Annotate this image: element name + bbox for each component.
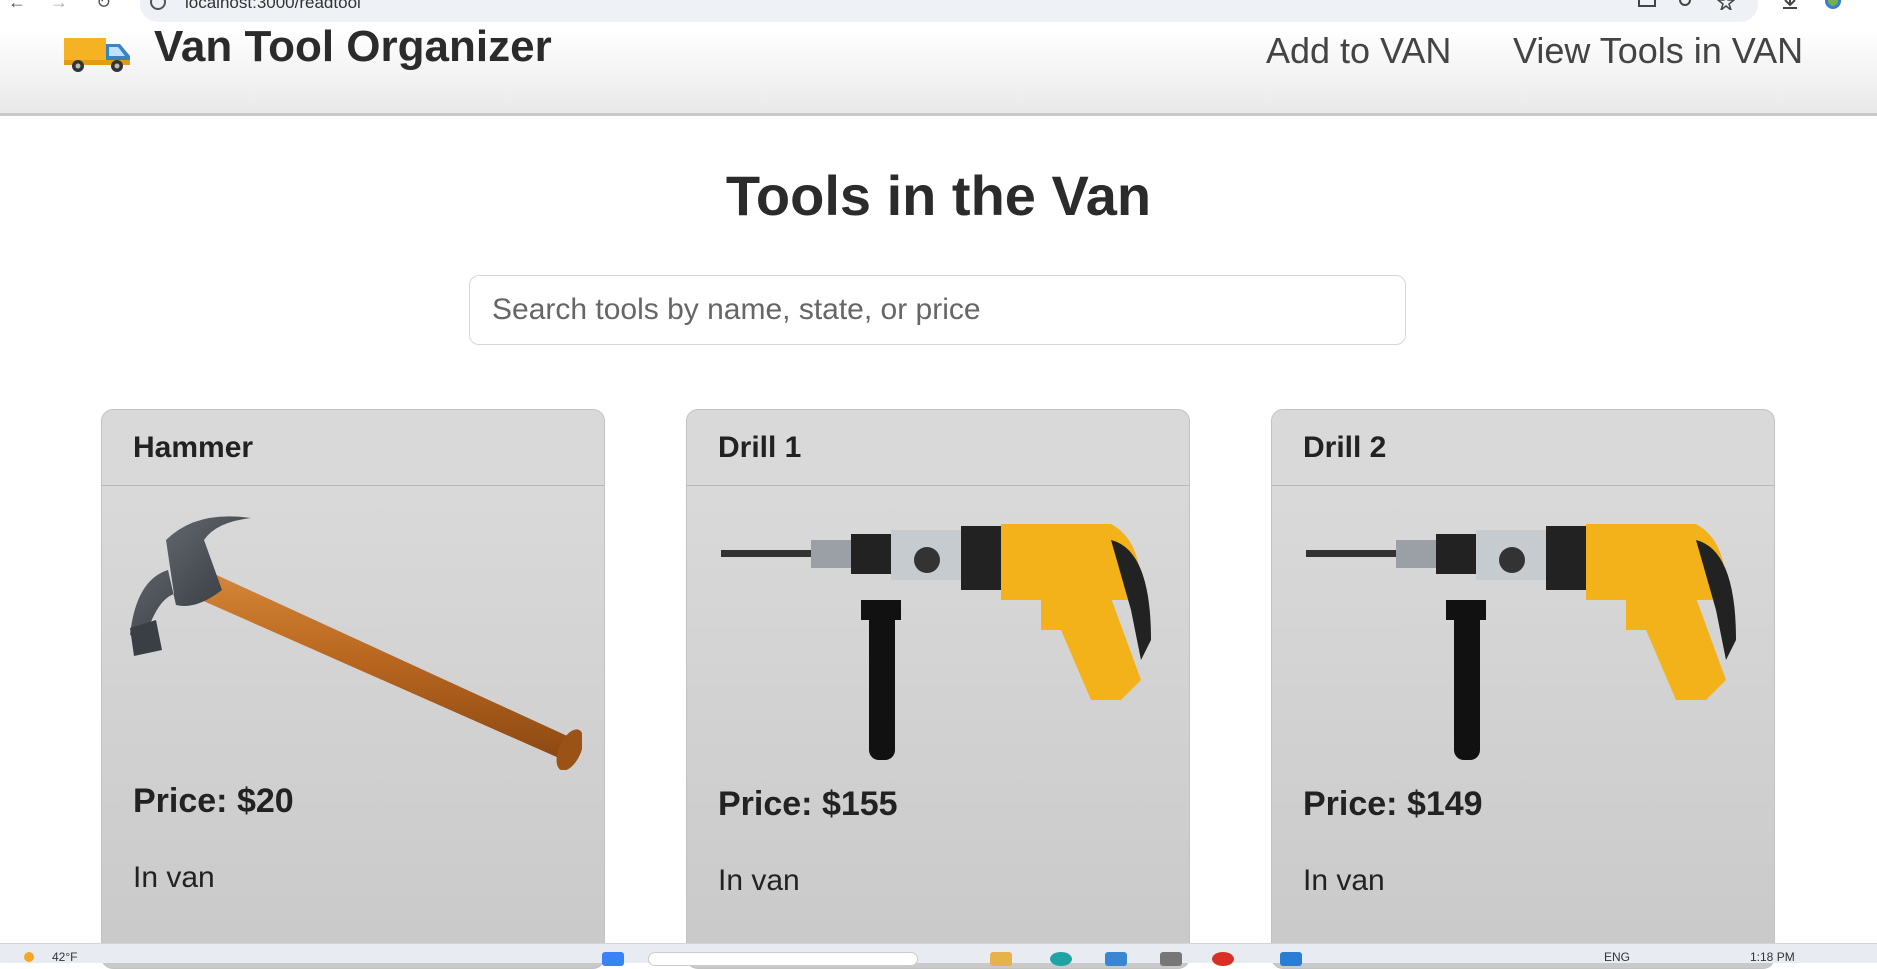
tool-card-drill-2[interactable]: Drill 2 Price: $149 In van [1271,409,1775,969]
weather-sun-icon[interactable] [24,952,34,962]
nav-view-tools-in-van[interactable]: View Tools in VAN [1513,30,1803,72]
address-url[interactable]: localhost:3000/readtool [185,0,361,13]
card-title: Drill 2 [1303,430,1387,464]
tool-card-hammer[interactable]: Hammer Price: $20 In van [101,409,605,969]
nav-add-to-van[interactable]: Add to VAN [1266,30,1451,72]
cast-icon[interactable] [1638,0,1656,10]
card-price: Price: $155 [718,785,898,823]
search-input[interactable] [469,275,1406,345]
zoom-icon[interactable] [1678,0,1696,10]
reload-icon[interactable]: ↻ [96,0,111,13]
chrome-browser-icon[interactable] [1212,952,1234,966]
edge-browser-icon[interactable] [1050,952,1072,966]
forward-arrow-icon[interactable]: → [50,0,68,13]
card-title: Hammer [133,430,254,464]
clock-time[interactable]: 1:18 PM [1750,950,1795,964]
windows-taskbar: 42°F ENG 1:18 PM [0,943,1877,966]
profile-avatar-icon[interactable] [1824,0,1842,10]
store-icon[interactable] [1105,952,1127,966]
app-icon[interactable] [1160,952,1182,966]
tool-card-drill-1[interactable]: Drill 1 Price: $155 In van [686,409,1190,969]
vscode-icon[interactable] [1280,952,1302,966]
app-title[interactable]: Van Tool Organizer [154,22,552,72]
windows-start-icon[interactable] [602,952,624,966]
card-price: Price: $20 [133,782,294,820]
card-price: Price: $149 [1303,785,1483,823]
back-arrow-icon[interactable]: ← [8,0,26,13]
file-explorer-icon[interactable] [990,952,1012,966]
language-indicator[interactable]: ENG [1604,950,1630,964]
card-header: Drill 1 [687,410,1189,486]
download-icon[interactable] [1781,0,1799,10]
card-status: In van [718,864,800,897]
address-bar[interactable] [140,0,1758,22]
card-header: Drill 2 [1272,410,1774,486]
card-status: In van [1303,864,1385,897]
card-header: Hammer [102,410,604,486]
weather-temperature[interactable]: 42°F [52,950,77,964]
card-status: In van [133,861,215,894]
taskbar-search-box[interactable] [648,952,918,966]
bookmark-star-icon[interactable] [1717,0,1735,10]
app-header: Van Tool Organizer Add to VAN View Tools… [0,22,1877,116]
delivery-van-icon [64,38,130,72]
card-title: Drill 1 [718,430,802,464]
drill-image [1306,524,1736,760]
drill-image [721,524,1151,760]
page-title: Tools in the Van [725,164,1152,227]
hammer-image [130,516,582,770]
